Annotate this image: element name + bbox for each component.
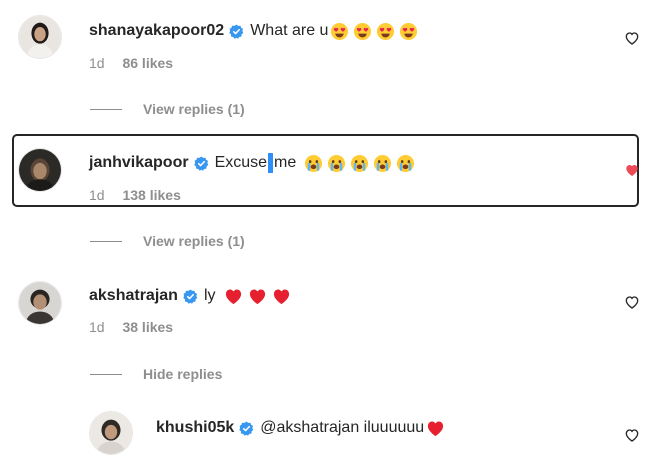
comment-username[interactable]: shanayakapoor02 <box>89 21 224 41</box>
view-replies-button[interactable]: View replies (1) <box>90 101 245 117</box>
comment-age[interactable]: 1d <box>89 187 105 203</box>
verified-badge-icon <box>193 156 209 171</box>
comment-age[interactable]: 1d <box>89 319 105 335</box>
red-heart-emoji-icon <box>224 287 243 306</box>
heart-eyes-emoji-icon <box>376 22 395 41</box>
red-heart-emoji-icon <box>248 287 267 306</box>
comment-text: ly <box>203 287 216 304</box>
replies-divider <box>90 108 122 110</box>
heart-eyes-emoji-icon <box>399 22 418 41</box>
avatar[interactable] <box>18 148 62 192</box>
comment-age[interactable]: 1d <box>89 55 105 71</box>
replies-label: View replies (1) <box>143 101 245 117</box>
liked-heart-icon[interactable] <box>624 162 640 178</box>
like-count[interactable]: 138 likes <box>122 187 180 203</box>
crying-face-emoji-icon <box>350 154 369 173</box>
heart-eyes-emoji-icon <box>353 22 372 41</box>
like-heart-icon[interactable] <box>624 427 640 443</box>
comment-text: What are u <box>250 22 329 39</box>
like-heart-icon[interactable] <box>624 30 640 46</box>
heart-eyes-emoji-icon <box>330 22 349 41</box>
text-cursor <box>268 153 274 173</box>
replies-label: View replies (1) <box>143 233 245 249</box>
view-replies-button[interactable]: View replies (1) <box>90 233 245 249</box>
avatar[interactable] <box>18 15 62 59</box>
hide-replies-button[interactable]: Hide replies <box>90 366 222 382</box>
crying-face-emoji-icon <box>304 154 323 173</box>
like-heart-icon[interactable] <box>624 294 640 310</box>
like-count[interactable]: 86 likes <box>122 55 173 71</box>
replies-label: Hide replies <box>143 366 223 382</box>
avatar[interactable] <box>89 411 133 455</box>
comment-text-after-cursor: me <box>274 154 297 171</box>
replies-divider <box>90 240 122 242</box>
red-heart-emoji-icon <box>272 287 291 306</box>
crying-face-emoji-icon <box>327 154 346 173</box>
replies-divider <box>90 373 122 375</box>
verified-badge-icon <box>229 24 244 39</box>
comment-username[interactable]: khushi05k <box>156 418 234 438</box>
avatar[interactable] <box>18 281 62 325</box>
verified-badge-icon <box>183 289 198 304</box>
comment-text-before-cursor: Excuse <box>214 154 268 171</box>
red-heart-emoji-icon <box>426 419 445 438</box>
crying-face-emoji-icon <box>396 154 415 173</box>
verified-badge-icon <box>239 421 254 436</box>
comment-username[interactable]: akshatrajan <box>89 286 178 306</box>
crying-face-emoji-icon <box>373 154 392 173</box>
like-count[interactable]: 38 likes <box>122 319 173 335</box>
comment-username[interactable]: janhvikapoor <box>89 153 189 173</box>
comment-text: @akshatrajan iluuuuuu <box>260 419 425 436</box>
